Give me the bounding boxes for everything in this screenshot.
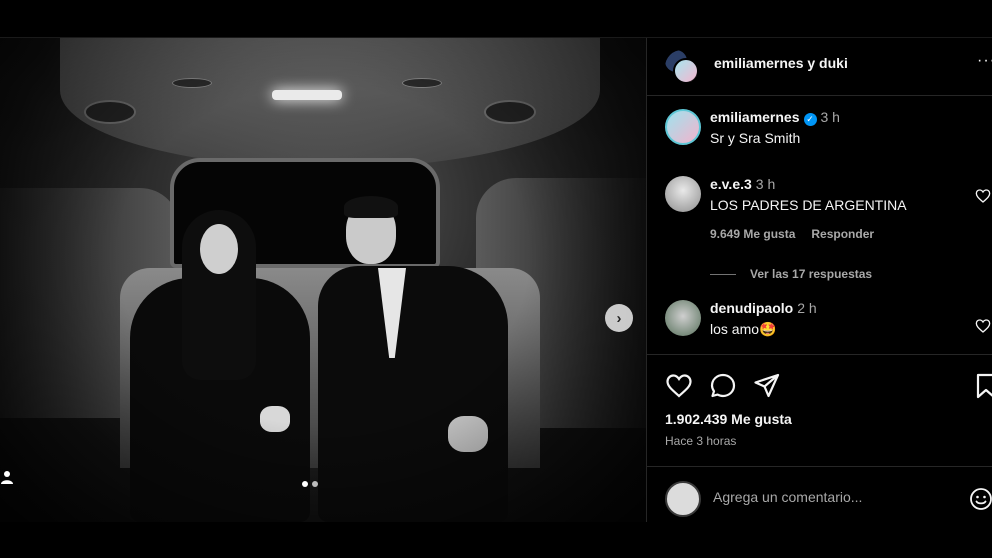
carousel-next-button[interactable]: › (605, 304, 633, 332)
carousel-dot-active (302, 481, 308, 487)
save-bookmark-icon[interactable] (975, 372, 992, 400)
post-actions (665, 372, 992, 400)
caption-text: Sr y Sra Smith (710, 130, 801, 146)
post-timestamp[interactable]: Hace 3 horas (665, 434, 736, 448)
more-options-icon[interactable]: ··· (977, 52, 992, 70)
caption-time[interactable]: 3 h (821, 109, 840, 125)
comment-heart-icon[interactable] (975, 318, 991, 334)
emoji-smiley-icon[interactable] (969, 487, 992, 511)
comments-list: emiliamernes ✓ 3 h Sr y Sra Smith e.v.e.3 3… (647, 97, 992, 355)
comment-like-count[interactable]: 9.649 Me gusta (710, 227, 795, 241)
comment-text: los amo🤩 (710, 321, 777, 337)
current-user-avatar (665, 481, 701, 517)
comment-heart-icon[interactable] (975, 188, 991, 204)
comment-time[interactable]: 2 h (797, 300, 816, 316)
caption-username[interactable]: emiliamernes (710, 109, 800, 125)
collab-avatar[interactable] (665, 50, 699, 84)
post-author-names[interactable]: emiliamernes y duki (714, 55, 848, 71)
reply-button[interactable]: Responder (811, 227, 874, 241)
post-photo[interactable]: › (0, 38, 646, 522)
replies-divider (710, 274, 736, 276)
comment-username[interactable]: denudipaolo (710, 300, 793, 316)
comment-username[interactable]: e.v.e.3 (710, 176, 752, 192)
avatar[interactable] (665, 300, 701, 336)
comment-time[interactable]: 3 h (756, 176, 775, 192)
add-comment-input[interactable] (713, 489, 953, 505)
post-like-count[interactable]: 1.902.439 Me gusta (665, 411, 792, 427)
chevron-right-icon: › (616, 309, 622, 327)
comment-bubble-icon[interactable] (709, 372, 737, 400)
view-replies-button[interactable]: Ver las 17 respuestas (710, 267, 872, 281)
avatar[interactable] (665, 176, 701, 212)
share-paper-plane-icon[interactable] (753, 372, 781, 400)
user-tag-icon[interactable] (0, 470, 14, 484)
post-side-panel: emiliamernes y duki ··· emiliamernes✓ 3 h… (646, 38, 992, 522)
view-replies-label: Ver las 17 respuestas (750, 267, 873, 281)
avatar[interactable] (665, 109, 701, 145)
photo-vignette (0, 38, 646, 522)
carousel-dot (312, 481, 318, 487)
comment-text: LOS PADRES DE ARGENTINA (710, 197, 907, 213)
post-modal: › emiliamernes y duki ··· emili (0, 37, 992, 522)
comment-composer (647, 466, 992, 522)
post-header: emiliamernes y duki ··· (647, 38, 992, 96)
carousel-dots (302, 481, 318, 487)
like-heart-icon[interactable] (665, 372, 693, 400)
verified-badge-icon: ✓ (803, 113, 817, 126)
